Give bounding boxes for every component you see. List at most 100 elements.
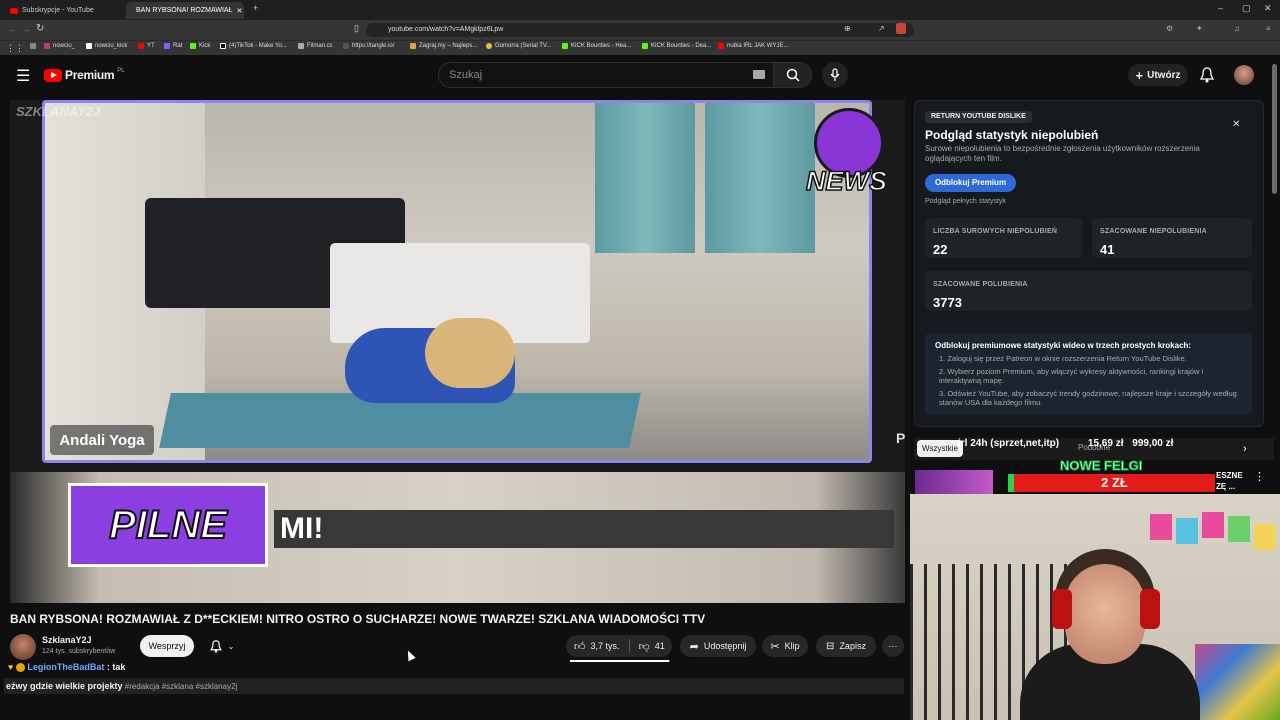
brave-shield-icon[interactable] <box>896 23 906 34</box>
like-ratio-bar <box>570 660 670 662</box>
account-avatar[interactable] <box>1234 65 1254 85</box>
close-window-icon[interactable]: ✕ <box>1264 3 1272 14</box>
chat-message: ♥ LegionTheBadBat : tak <box>8 662 126 673</box>
save-button[interactable]: ⊟ Zapisz <box>816 635 876 657</box>
close-tab-icon[interactable]: ✕ <box>236 7 242 15</box>
zoom-icon[interactable]: ⊕ <box>844 24 851 33</box>
clip-button[interactable]: ✂ Klip <box>762 635 808 657</box>
bell-icon <box>209 639 222 653</box>
stat-raw-dislikes: LICZBA SUROWYCH NIEPOLUBIEŃ 22 <box>925 218 1082 258</box>
panel-description: Surowe niepolubienia to bezpośrednie zgł… <box>925 144 1200 163</box>
forward-icon[interactable]: → <box>22 24 31 34</box>
chat-username: LegionTheBadBat <box>27 662 105 672</box>
bookmark-page-icon[interactable]: ▯ <box>354 23 359 34</box>
badge-icon <box>15 663 25 673</box>
close-panel-icon[interactable]: ✕ <box>1232 119 1240 130</box>
search-button[interactable] <box>774 62 812 88</box>
recommended-thumbnail[interactable] <box>915 470 993 494</box>
channel-name[interactable]: SzklanaY2J <box>42 635 92 645</box>
news-logo: NEWS <box>805 108 888 206</box>
extension-icon[interactable]: ⚙ <box>1166 24 1173 33</box>
like-icon[interactable]: 👍︎ <box>574 640 586 653</box>
chat-text: : tak <box>106 662 126 672</box>
premium-steps-box: Odblokuj premiumowe statystyki wideo w t… <box>925 333 1252 415</box>
chip-all[interactable]: Wszystkie <box>917 440 963 457</box>
microphone-icon <box>830 68 840 81</box>
bookmark-14[interactable]: nutka IRL JAK WYJE... <box>718 43 788 49</box>
scissors-icon: ✂ <box>770 640 780 653</box>
maximize-icon[interactable]: ▢ <box>1242 3 1251 14</box>
video-frame-room: Andali Yoga <box>42 100 872 463</box>
bookmark-8[interactable]: Filman.cc <box>298 43 333 49</box>
reload-icon[interactable]: ↻ <box>36 23 44 34</box>
tab-subscriptions[interactable]: Subskrypcje - YouTube <box>4 2 122 19</box>
share-button[interactable]: ➦ Udostępnij <box>680 635 756 657</box>
channel-avatar[interactable] <box>10 634 36 660</box>
edge-letter: P <box>896 430 905 446</box>
notifications-bell-icon[interactable] <box>1200 67 1214 83</box>
dislike-count[interactable]: 41 <box>655 641 665 651</box>
minimize-icon[interactable]: – <box>1218 3 1223 13</box>
pilne-banner: PILNE <box>68 483 268 567</box>
bookmark-12[interactable]: KICK Bounties - Hea... <box>562 43 631 49</box>
bookmark-7[interactable]: (4)TikTok - Make Yo... <box>220 43 287 49</box>
url-field[interactable]: youtube.com/watch?v=AMgklpz6Lpw <box>366 23 914 37</box>
bookmark-6[interactable]: Kick <box>190 43 210 49</box>
bookmark-5[interactable]: Rat <box>164 43 182 49</box>
mouse-cursor-icon <box>404 648 416 662</box>
stat-estimated-likes: SZACOWANE POLUBIENIA 3773 <box>925 271 1252 311</box>
browser-tab-strip: Subskrypcje - YouTube BAN RYBSONA! ROZMA… <box>0 0 1280 20</box>
bookmark-2[interactable]: nowciu_ <box>44 43 75 49</box>
bookmark-10[interactable]: Zagraj.my – Najleps... <box>410 43 477 49</box>
chevron-right-icon[interactable]: › <box>1243 443 1247 455</box>
unlock-premium-button[interactable]: Odblokuj Premium <box>925 174 1016 192</box>
new-tab-icon[interactable]: + <box>253 3 258 13</box>
share-page-icon[interactable]: ↗ <box>878 24 885 33</box>
bookmarks-bar: ⋮⋮ nowciu_ nowciu_kick YT Rat Kick (4)Ti… <box>0 40 1280 55</box>
like-dislike-group: 👍︎ 3,7 tys. 👎︎ 41 <box>566 635 672 657</box>
bookmark-4[interactable]: YT <box>138 43 155 49</box>
youtube-favicon-icon <box>10 7 18 14</box>
felgi-goal-bar: 2 ZŁ <box>1008 474 1215 492</box>
create-button[interactable]: + Utwórz <box>1128 64 1188 86</box>
more-actions-button[interactable]: ⋯ <box>882 635 904 657</box>
back-icon[interactable]: ← <box>8 24 17 34</box>
youtube-logo[interactable]: Premium PL <box>44 68 125 82</box>
full-stats-link[interactable]: Podgląd pełnych statystyk <box>925 198 1006 205</box>
bookmark-13[interactable]: KICK Bounties - Dea... <box>642 43 711 49</box>
tab-current-video[interactable]: BAN RYBSONA! ROZMAWIAŁ ✕ <box>126 2 244 19</box>
description-box[interactable]: eźwy gdzie wielkie projekty #redakcja #s… <box>4 678 904 694</box>
bookmark-1[interactable] <box>30 43 36 49</box>
music-icon[interactable]: ♫ <box>1234 24 1240 33</box>
voice-search-button[interactable] <box>822 62 848 88</box>
bookmark-9[interactable]: https://tangle.io/ <box>343 43 394 49</box>
apps-grid-icon[interactable]: ⋮⋮ <box>6 43 24 54</box>
panel-title: Podgląd statystyk niepolubień <box>925 128 1099 142</box>
recommended-title-fragment[interactable]: ESZNE ZĘ ... <box>1216 470 1243 492</box>
search-icon <box>786 68 800 82</box>
video-player[interactable]: Andali Yoga SZKLANAY2J NEWS P PILNE MI! <box>10 100 905 603</box>
dislike-icon[interactable]: 👎︎ <box>639 640 650 653</box>
hashtags[interactable]: #redakcja #szklana #szklanay2j <box>125 682 238 691</box>
description-overlay-text: eźwy gdzie wielkie projekty <box>6 681 123 691</box>
keyboard-icon[interactable] <box>753 70 765 79</box>
hamburger-menu-icon[interactable]: ☰ <box>16 66 30 86</box>
webcam-overlay <box>910 494 1280 720</box>
menu-icon[interactable]: ≡ <box>1266 24 1271 33</box>
search-input[interactable]: Szukaj <box>438 62 774 88</box>
more-icon: ⋯ <box>888 640 898 651</box>
like-count[interactable]: 3,7 tys. <box>591 641 620 651</box>
puzzle-icon[interactable]: ✦ <box>1196 24 1203 33</box>
step-2: 2. Wybierz poziom Premium, aby włączyć w… <box>939 367 1204 385</box>
heart-icon: ♥ <box>8 662 14 672</box>
subscription-bell-button[interactable]: ⌄ <box>200 635 244 657</box>
bookmark-3[interactable]: nowciu_kick <box>86 43 127 49</box>
extension-tag: RETURN YOUTUBE DISLIKE <box>925 111 1032 123</box>
scrollbar[interactable] <box>1272 64 1277 194</box>
chevron-down-icon: ⌄ <box>227 641 235 651</box>
kebab-menu-icon[interactable]: ⋮ <box>1254 470 1265 483</box>
stream-goal-text: irl 24h (sprzet,net,itp) 15,69 zł 999,00… <box>958 438 1174 449</box>
youtube-play-icon <box>44 68 62 82</box>
bookmark-11[interactable]: Gomorra (Serial TV... <box>486 43 551 49</box>
support-button[interactable]: Wesprzyj <box>140 635 194 657</box>
